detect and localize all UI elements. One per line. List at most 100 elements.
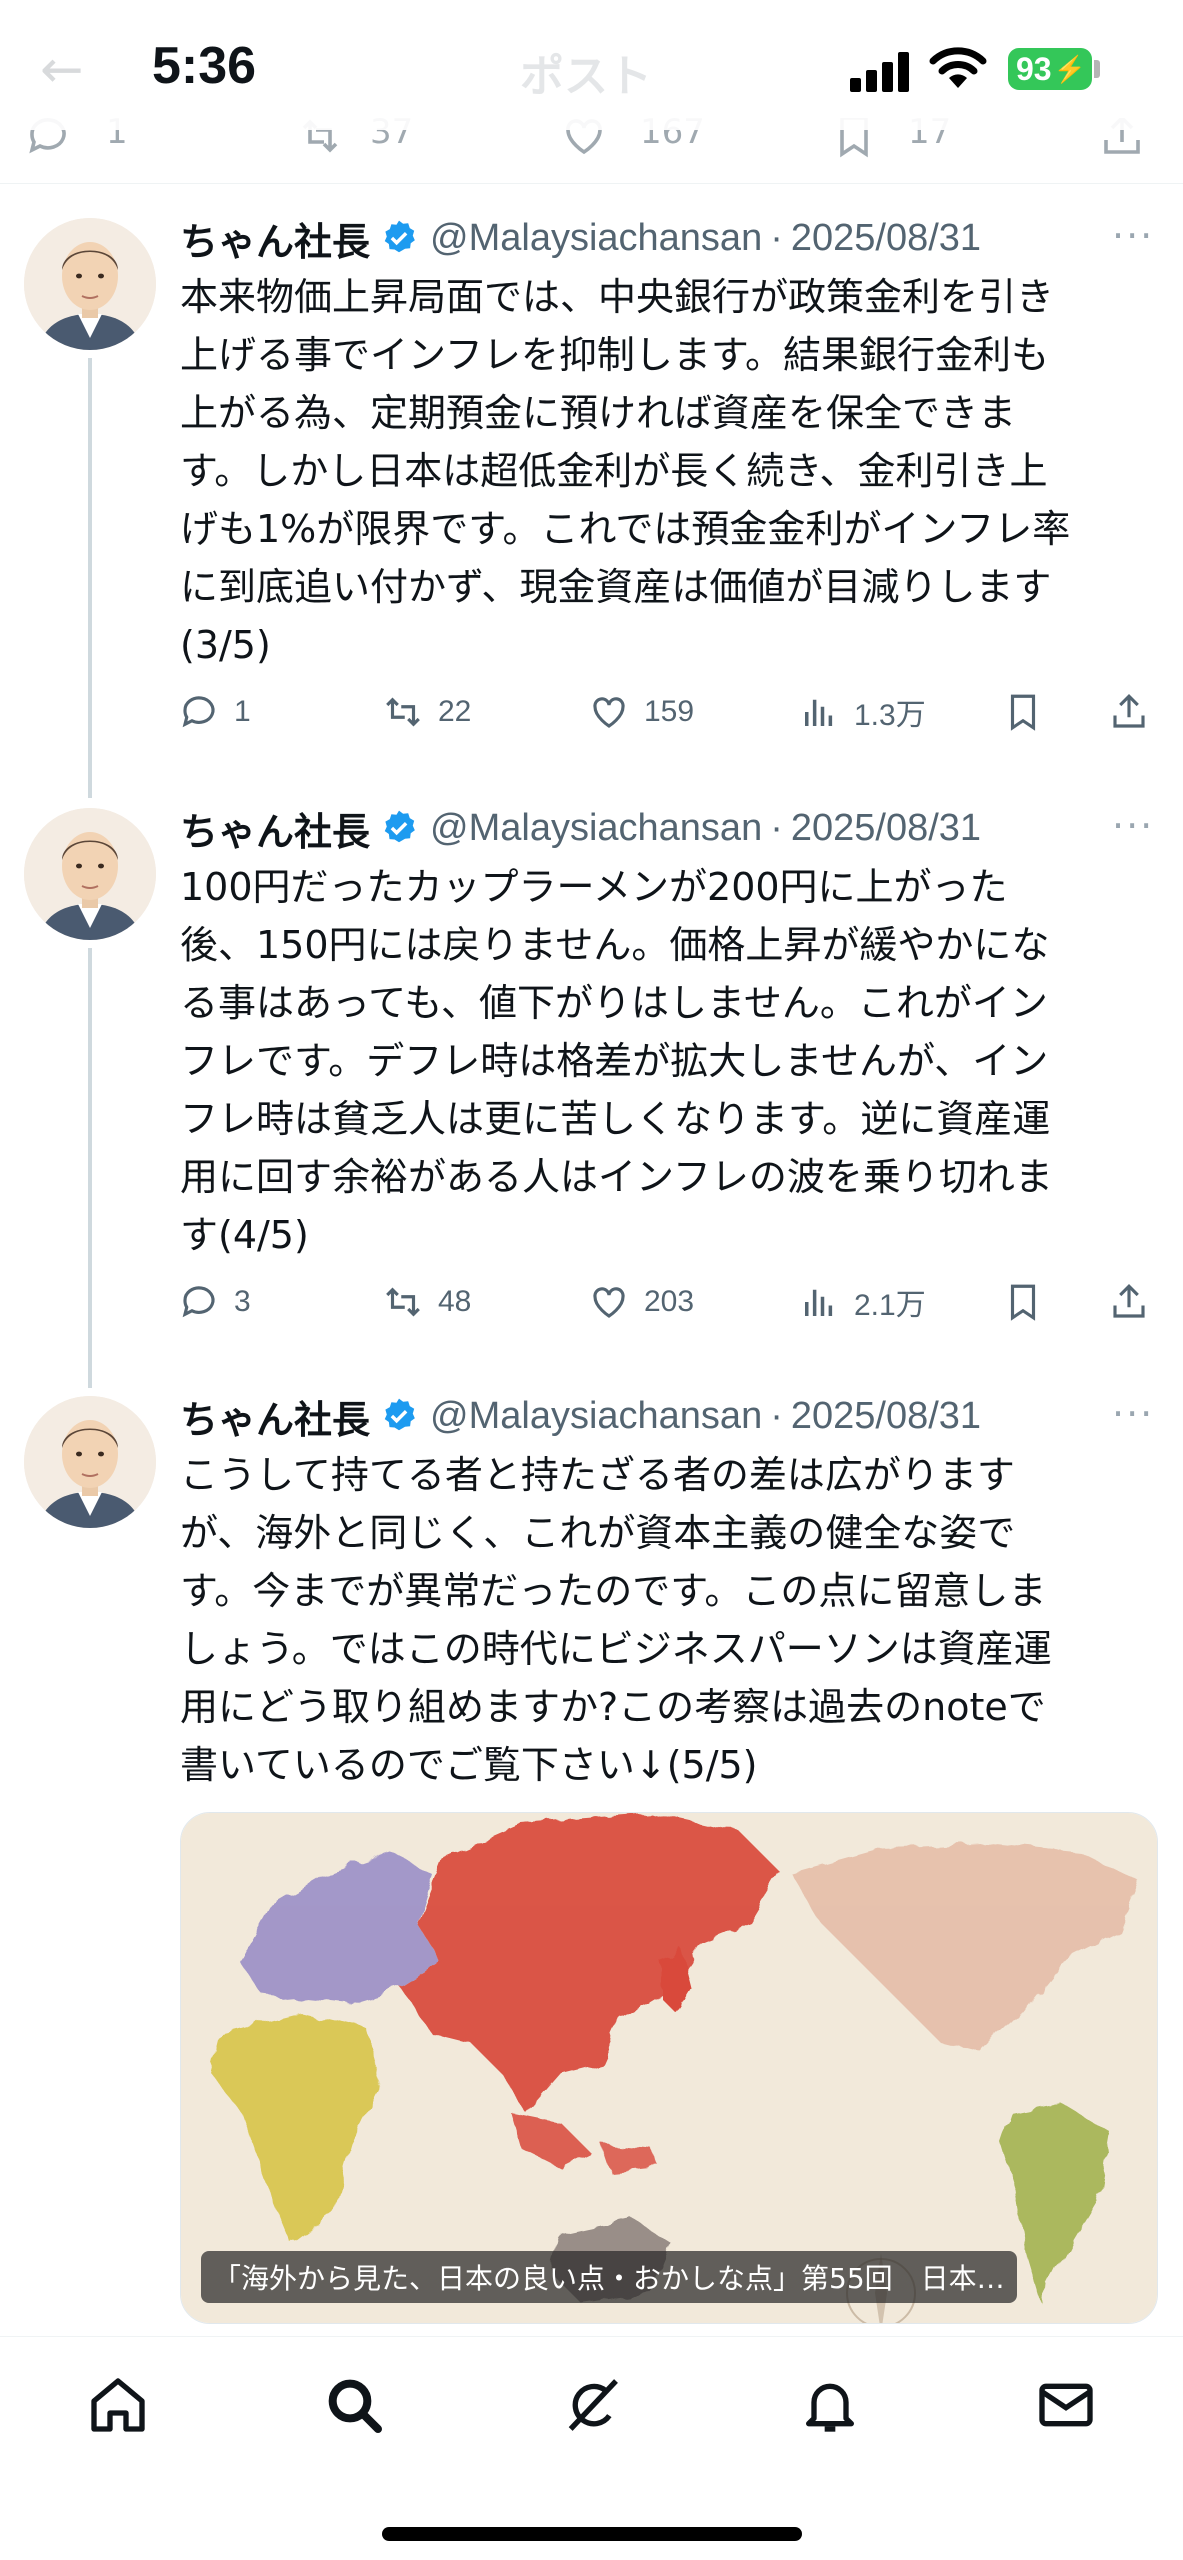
tab-messages[interactable] [1026,2365,1106,2445]
tab-notifications[interactable] [790,2365,870,2445]
tweet-line: 100円だったカップラーメンが200円に上がった [180,865,1008,909]
tweet-header: ちゃん社長 @Malaysiachansan · 2025/08/31 [180,800,981,856]
tweet-line: こうして持てる者と持たざる者の差は広がります [180,1453,1015,1497]
tweet-text: こうして持てる者と持たざる者の差は広がります が、海外と同じく、これが資本主義の… [180,1446,1160,1794]
tweet-line: フレです。デフレ時は格差が拡大しませんが、イン [180,1039,1049,1083]
tweet-line: げも1%が限界です。これでは預金金利がインフレ率 [180,507,1071,551]
display-name[interactable]: ちゃん社長 [180,211,370,266]
repost-count: 48 [438,1285,472,1318]
user-handle[interactable]: @Malaysiachansan [430,217,762,260]
tab-explore[interactable] [314,2365,394,2445]
verified-badge-icon [384,810,415,843]
like-button[interactable]: 203 [588,1276,694,1328]
charging-bolt-icon: ⚡ [1053,53,1086,84]
link-card-caption: 「海外から見た、日本の良い点・おかしな点」第55回 日本… [201,2251,1017,2303]
tweet-line: が、海外と同じく、これが資本主義の健全な姿で [180,1511,1016,1555]
view-count: 1.3万 [854,699,926,732]
search-icon [328,2379,382,2433]
views-button[interactable]: 2.1万 [798,1276,926,1328]
world-map-illustration [181,1813,1157,2323]
separator: · [770,216,783,259]
like-icon [593,697,625,728]
more-icon[interactable]: ··· [1112,214,1154,258]
battery-tip [1094,60,1100,78]
like-button[interactable]: 159 [588,686,694,738]
link-card[interactable]: 「海外から見た、日本の良い点・おかしな点」第55回 日本… [180,1812,1158,2324]
tweet-text: 本来物価上昇局面では、中央銀行が政策金利を引き 上げる事でインフレを抑制します。… [180,268,1160,674]
user-handle[interactable]: @Malaysiachansan [430,807,762,850]
tab-home[interactable] [78,2365,158,2445]
tweet-date[interactable]: 2025/08/31 [791,807,981,850]
messages-icon [1039,2383,1093,2427]
tweet-line: (3/5) [180,623,271,667]
share-icon [1113,694,1145,728]
home-indicator[interactable] [382,2527,802,2541]
tweet-line: に到底追い付かず、現金資産は価値が目減りします [180,565,1052,609]
bookmark-button[interactable] [1002,686,1058,738]
user-handle[interactable]: @Malaysiachansan [430,1395,762,1438]
like-count: 159 [644,695,695,728]
tweet-header: ちゃん社長 @Malaysiachansan · 2025/08/31 [180,210,981,266]
battery-level: 93 [1016,50,1052,87]
grok-icon [568,2379,618,2431]
tab-grok[interactable] [552,2365,632,2445]
tweet-date[interactable]: 2025/08/31 [791,1395,981,1438]
view-count: 2.1万 [854,1289,926,1322]
status-time: 5:36 [152,37,257,95]
repost-count: 22 [438,695,472,728]
tweet-line: フレ時は貧乏人は更に苦しくなります。逆に資産運 [180,1097,1051,1141]
tweet-line: す。しかし日本は超低金利が長く続き、金利引き上 [180,449,1048,493]
reply-button[interactable]: 3 [178,1276,251,1328]
reply-count: 1 [234,695,251,728]
tweet-line: 書いているのでご覧下さい↓(5/5) [180,1743,758,1787]
separator: · [770,806,783,849]
more-icon[interactable]: ··· [1112,1392,1154,1436]
notifications-icon [806,2383,854,2432]
verified-badge-icon [384,1398,415,1431]
bookmark-button[interactable] [1002,1276,1058,1328]
divider [0,183,1183,184]
avatar[interactable] [24,808,156,940]
more-icon[interactable]: ··· [1112,804,1154,848]
thread-line [88,358,92,798]
like-count: 203 [644,1285,695,1318]
tweet-line: 用にどう取り組めますか?この考察は過去のnoteで [180,1685,1046,1729]
verified-badge-icon [384,220,415,253]
bookmark-icon [1010,694,1036,731]
bottom-tab-bar [0,2336,1183,2560]
tweet-line: る事はあっても、値下がりはしません。これがイン [180,981,1048,1025]
display-name[interactable]: ちゃん社長 [180,801,370,856]
header-title: ポスト [520,51,652,102]
display-name[interactable]: ちゃん社長 [180,1389,370,1444]
repost-button[interactable]: 48 [382,1276,471,1328]
separator: · [770,1394,783,1437]
back-arrow-icon[interactable]: ← [40,40,84,100]
views-button[interactable]: 1.3万 [798,686,926,738]
views-icon [805,699,833,726]
reply-button[interactable]: 1 [178,686,251,738]
share-button[interactable] [1108,686,1164,738]
share-button[interactable] [1108,1276,1164,1328]
tweet-line: 後、150円には戻りません。価格上昇が緩やかにな [180,923,1050,967]
tweet-date[interactable]: 2025/08/31 [791,217,981,260]
tweet-line: しょう。ではこの時代にビジネスパーソンは資産運 [180,1627,1052,1671]
tweet-line: 上がる為、定期預金に預ければ資産を保全できま [180,391,1017,435]
avatar[interactable] [24,218,156,350]
tweet-text: 100円だったカップラーメンが200円に上がった 後、150円には戻りません。価… [180,858,1160,1264]
bookmark-icon [1010,1284,1036,1321]
avatar[interactable] [24,1396,156,1528]
battery-indicator: 93 ⚡ [1008,48,1092,90]
repost-button[interactable]: 22 [382,686,471,738]
like-icon [593,1287,625,1318]
tweet-line: 用に回す余裕がある人はインフレの波を乗り切れま [180,1155,1053,1199]
tweet-line: す。今までが異常だったのです。この点に留意しま [180,1569,1047,1613]
cellular-signal-icon [850,52,914,92]
reply-count: 3 [234,1285,251,1318]
share-icon [1113,1284,1145,1318]
home-icon [91,2378,145,2432]
repost-icon [386,1287,420,1317]
status-bar: ← ポスト 5:36 93 ⚡ [0,0,1183,130]
repost-icon [386,697,420,727]
reply-icon [182,696,215,728]
thread-line [88,948,92,1388]
